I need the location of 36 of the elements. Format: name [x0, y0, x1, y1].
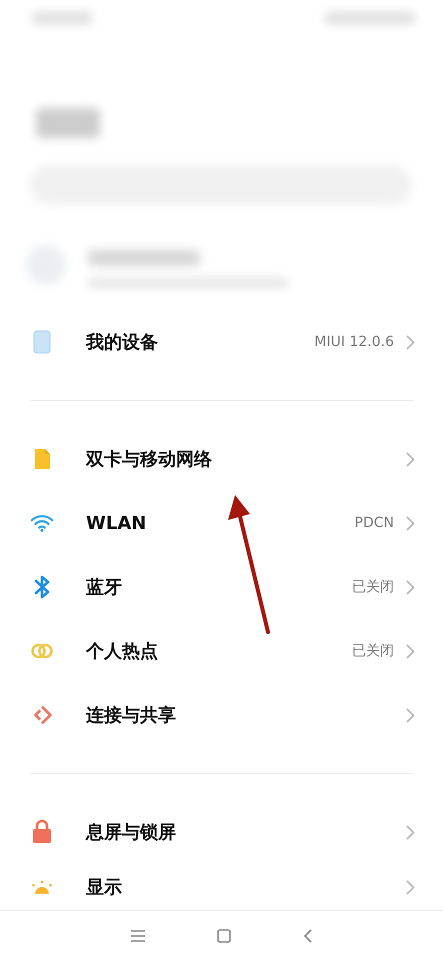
menu-icon[interactable] — [131, 930, 145, 942]
row-label: 连接与共享 — [86, 704, 177, 727]
blurred-title — [36, 108, 100, 138]
row-label: 蓝牙 — [86, 576, 123, 599]
row-label: 双卡与移动网络 — [86, 448, 213, 471]
row-value: PDCN — [354, 515, 394, 531]
row-label: 显示 — [86, 876, 123, 899]
row-value: MIUI 12.0.6 — [314, 334, 394, 350]
settings-row[interactable]: 双卡与移动网络 — [0, 427, 443, 491]
row-label: 息屏与锁屏 — [86, 821, 177, 844]
chevron-right-icon — [406, 824, 415, 840]
row-value: 已关闭 — [352, 642, 394, 660]
home-icon[interactable] — [217, 928, 231, 942]
chevron-right-icon — [406, 708, 415, 722]
wifi-icon — [30, 513, 54, 533]
settings-row[interactable]: 个人热点 已关闭 — [0, 619, 443, 683]
row-label: WLAN — [86, 512, 148, 534]
lock-icon — [31, 819, 53, 845]
chevron-right-icon — [406, 516, 415, 530]
settings-row[interactable]: 蓝牙 已关闭 — [0, 555, 443, 619]
chevron-right-icon — [406, 580, 415, 594]
back-icon[interactable] — [303, 928, 312, 942]
phone-icon — [31, 330, 53, 354]
row-label: 我的设备 — [86, 331, 159, 354]
chevron-right-icon — [406, 452, 415, 466]
sun-icon — [30, 879, 54, 895]
settings-row[interactable]: 显示 — [0, 864, 443, 910]
chevron-right-icon — [406, 334, 415, 350]
row-value: 已关闭 — [352, 578, 394, 596]
settings-row[interactable]: 我的设备 MIUI 12.0.6 — [0, 310, 443, 374]
chevron-right-icon — [406, 644, 415, 658]
settings-row[interactable]: 息屏与锁屏 — [0, 800, 443, 864]
settings-row[interactable]: WLAN PDCN — [0, 491, 443, 555]
chevron-right-icon — [406, 880, 415, 894]
settings-row[interactable]: 连接与共享 — [0, 683, 443, 747]
row-label: 个人热点 — [86, 640, 159, 663]
